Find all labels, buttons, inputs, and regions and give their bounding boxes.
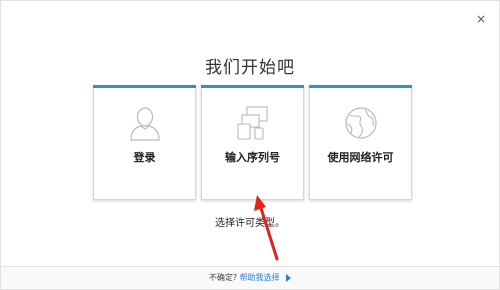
footer-question: 不确定? [208, 273, 238, 282]
chevron-right-icon[interactable] [286, 273, 292, 282]
user-silhouette-icon [94, 104, 195, 142]
dialog-title: 我们开始吧 [205, 58, 295, 78]
sign-in-card[interactable]: 登录 [93, 85, 196, 200]
help-me-choose-link[interactable]: 帮助我选择 [240, 273, 280, 282]
sign-in-label: 登录 [133, 151, 156, 164]
footer-bar: 不确定? 帮助我选择 [1, 266, 499, 289]
license-type-hint: 选择许可类型。 [215, 218, 285, 229]
card-accent-bar [93, 85, 196, 88]
network-license-card[interactable]: 使用网络许可 [309, 85, 412, 200]
card-accent-bar [201, 85, 304, 88]
globe-icon [310, 104, 411, 142]
network-license-label: 使用网络许可 [327, 151, 394, 164]
serial-number-card[interactable]: 输入序列号 [201, 85, 304, 200]
card-accent-bar [309, 85, 412, 88]
license-dialog: × 我们开始吧 登录 输入序列号 使用网络许可 选择许可类型。 不确定? 帮助我… [0, 0, 500, 290]
serial-number-label: 输入序列号 [225, 151, 280, 164]
red-arrow-annotation [254, 195, 279, 261]
close-icon: × [475, 12, 487, 26]
devices-icon [202, 104, 303, 142]
close-button[interactable]: × [475, 13, 487, 25]
